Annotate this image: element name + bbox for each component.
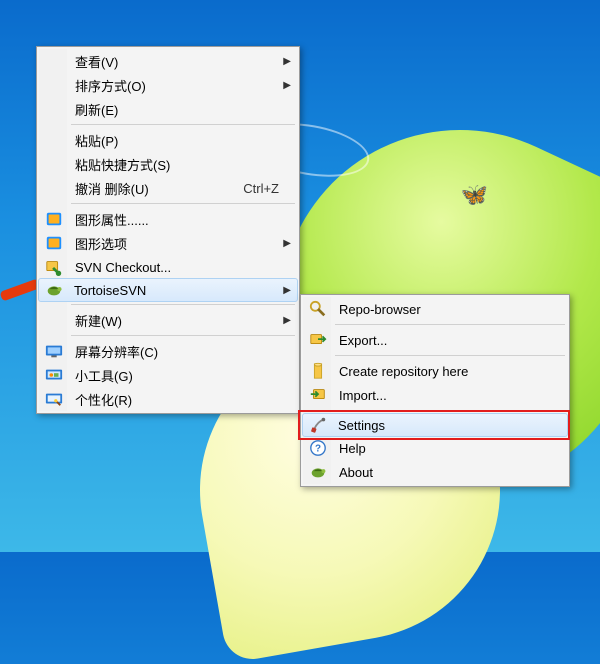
- menu-item-tortoisesvn[interactable]: TortoiseSVN▶: [38, 278, 298, 302]
- menu-item-粘贴快捷方式-s[interactable]: 粘贴快捷方式(S): [39, 152, 297, 176]
- no-icon: [44, 178, 64, 198]
- submenu-arrow-icon: ▶: [283, 285, 291, 296]
- svg-text:?: ?: [315, 444, 321, 455]
- menu-item-label: 撤消 删除(U): [75, 179, 223, 198]
- repo-browser-icon: [308, 299, 328, 319]
- create-repo-icon: [308, 361, 328, 381]
- menu-separator: [335, 324, 565, 325]
- menu-item-label: 排序方式(O): [75, 76, 279, 95]
- no-icon: [44, 310, 64, 330]
- menu-separator: [71, 124, 295, 125]
- menu-item-label: Create repository here: [339, 364, 549, 379]
- no-icon: [44, 130, 64, 150]
- menu-item-label: Help: [339, 441, 549, 456]
- menu-item-label: Import...: [339, 388, 549, 403]
- menu-item-图形属性[interactable]: 图形属性......: [39, 207, 297, 231]
- menu-separator: [335, 410, 565, 411]
- export-icon: [308, 330, 328, 350]
- menu-item-图形选项[interactable]: 图形选项 ▶: [39, 231, 297, 255]
- submenu-arrow-icon: ▶: [283, 56, 291, 67]
- menu-item-help[interactable]: ? Help: [303, 436, 567, 460]
- menu-item-label: 新建(W): [75, 311, 279, 330]
- desktop-context-menu: 查看(V) ▶ 排序方式(O) ▶ 刷新(E) 粘贴(P) 粘贴快捷方式(S) 撤消 删除(U…: [36, 46, 300, 414]
- menu-item-label: 图形选项: [75, 234, 279, 253]
- submenu-arrow-icon: ▶: [283, 80, 291, 91]
- menu-item-新建-w[interactable]: 新建(W) ▶: [39, 308, 297, 332]
- menu-item-个性化-r[interactable]: 个性化(R): [39, 387, 297, 411]
- menu-item-排序方式-o[interactable]: 排序方式(O) ▶: [39, 73, 297, 97]
- menu-item-label: TortoiseSVN: [74, 283, 280, 298]
- menu-item-刷新-e[interactable]: 刷新(E): [39, 97, 297, 121]
- menu-item-label: Repo-browser: [339, 302, 549, 317]
- submenu-arrow-icon: ▶: [283, 238, 291, 249]
- menu-item-about[interactable]: About: [303, 460, 567, 484]
- menu-item-create-repository-here[interactable]: Create repository here: [303, 359, 567, 383]
- menu-item-查看-v[interactable]: 查看(V) ▶: [39, 49, 297, 73]
- no-icon: [44, 99, 64, 119]
- personalize-icon: [44, 389, 64, 409]
- menu-item-settings[interactable]: Settings: [302, 413, 568, 437]
- menu-item-粘贴-p[interactable]: 粘贴(P): [39, 128, 297, 152]
- menu-item-label: 粘贴(P): [75, 131, 279, 150]
- menu-separator: [71, 304, 295, 305]
- help-icon: ?: [308, 438, 328, 458]
- menu-item-label: 屏幕分辨率(C): [75, 342, 279, 361]
- menu-item-label: About: [339, 465, 549, 480]
- menu-separator: [71, 203, 295, 204]
- menu-item-shortcut: Ctrl+Z: [223, 181, 279, 196]
- settings-icon: [308, 415, 328, 435]
- menu-item-label: 查看(V): [75, 52, 279, 71]
- menu-item-label: 小工具(G): [75, 366, 279, 385]
- menu-item-label: 图形属性......: [75, 210, 279, 229]
- menu-item-label: 个性化(R): [75, 390, 279, 409]
- menu-item-label: Settings: [338, 418, 550, 433]
- menu-item-svn-checkout[interactable]: SVN Checkout...: [39, 255, 297, 279]
- menu-item-export[interactable]: Export...: [303, 328, 567, 352]
- no-icon: [44, 154, 64, 174]
- menu-item-label: 粘贴快捷方式(S): [75, 155, 279, 174]
- menu-item-屏幕分辨率-c[interactable]: 屏幕分辨率(C): [39, 339, 297, 363]
- svn-checkout-icon: [44, 257, 64, 277]
- tortoisesvn-submenu: Repo-browser Export... Create repository h…: [300, 294, 570, 487]
- menu-item-repo-browser[interactable]: Repo-browser: [303, 297, 567, 321]
- about-icon: [308, 462, 328, 482]
- submenu-arrow-icon: ▶: [283, 315, 291, 326]
- menu-item-label: 刷新(E): [75, 100, 279, 119]
- import-icon: [308, 385, 328, 405]
- menu-separator: [335, 355, 565, 356]
- menu-item-label: Export...: [339, 333, 549, 348]
- resolution-icon: [44, 341, 64, 361]
- menu-item-小工具-g[interactable]: 小工具(G): [39, 363, 297, 387]
- gadgets-icon: [44, 365, 64, 385]
- intel-icon: [44, 233, 64, 253]
- no-icon: [44, 51, 64, 71]
- tortoise-icon: [44, 280, 64, 300]
- menu-item-label: SVN Checkout...: [75, 260, 279, 275]
- menu-item-import[interactable]: Import...: [303, 383, 567, 407]
- intel-icon: [44, 209, 64, 229]
- menu-separator: [71, 335, 295, 336]
- menu-item-撤消-删除-u[interactable]: 撤消 删除(U)Ctrl+Z: [39, 176, 297, 200]
- no-icon: [44, 75, 64, 95]
